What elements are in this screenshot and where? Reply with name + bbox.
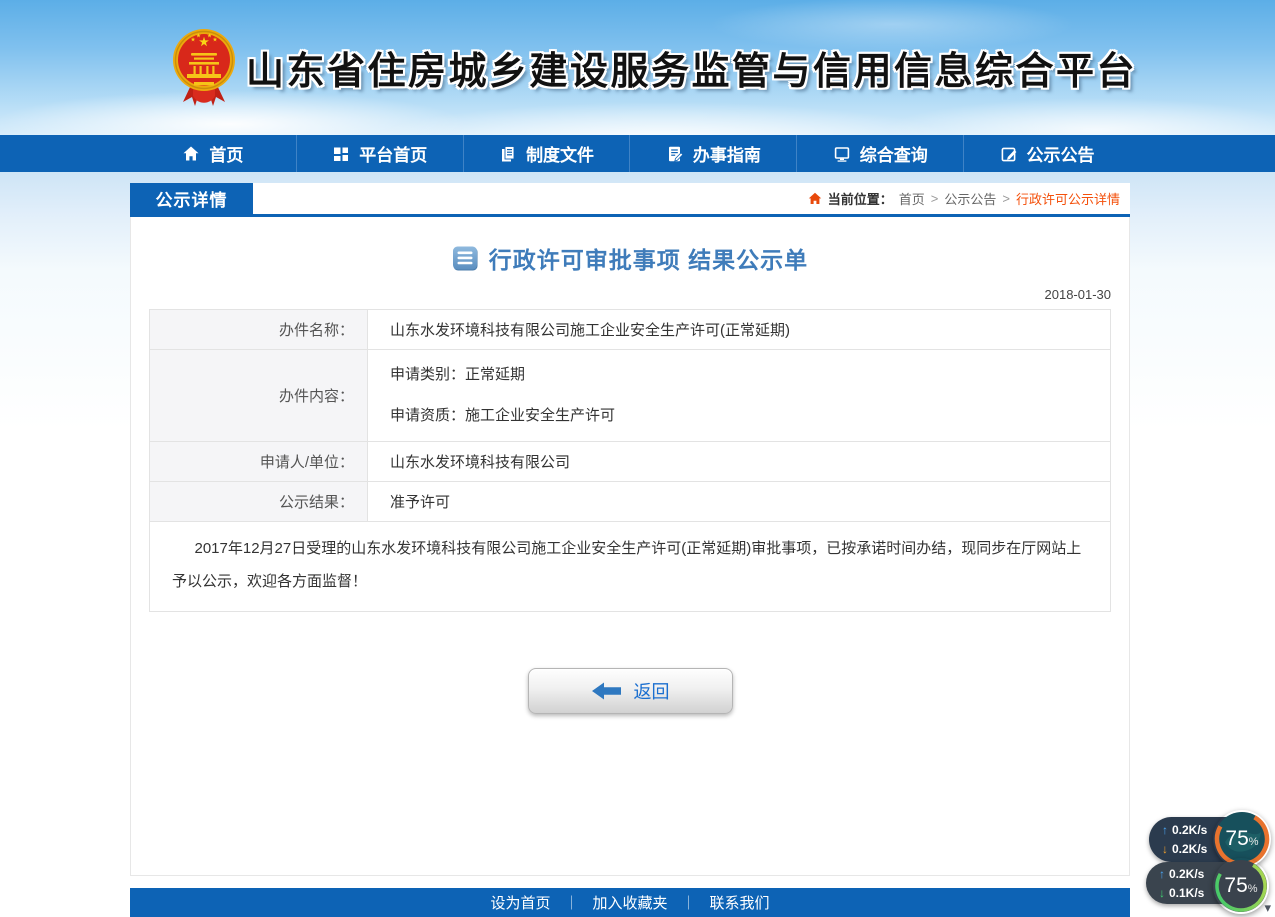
page: 山东省住房城乡建设服务监管与信用信息综合平台 首页 (0, 0, 1275, 917)
breadcrumb-home-icon (808, 192, 822, 205)
download-speed: 0.2K/s (1172, 840, 1207, 858)
row-value-line: 申请类别：正常延期 (390, 365, 1110, 385)
nav-item-service-guide[interactable]: 办事指南 (629, 135, 796, 172)
upload-speed: 0.2K/s (1169, 865, 1204, 883)
table-row: 公示结果： 准予许可 (150, 482, 1111, 522)
notice-text: 2017年12月27日受理的山东水发环境科技有限公司施工企业安全生产许可(正常延… (150, 522, 1111, 612)
upload-arrow-icon: ↑ (1162, 821, 1168, 839)
nav-item-label: 公示公告 (1027, 141, 1095, 166)
download-arrow-icon: ↓ (1159, 884, 1165, 902)
row-value: 申请类别：正常延期 申请资质：施工企业安全生产许可 (368, 350, 1111, 442)
monitor-icon (833, 145, 851, 163)
nav-item-comprehensive-query[interactable]: 综合查询 (796, 135, 963, 172)
back-button-label: 返回 (634, 678, 670, 704)
nav-item-public-notices[interactable]: 公示公告 (963, 135, 1130, 172)
score-percent: 75% (1224, 874, 1257, 898)
footer-link-set-homepage[interactable]: 设为首页 (490, 892, 550, 913)
main-nav: 首页 平台首页 (0, 135, 1275, 172)
table-row: 申请人/单位： 山东水发环境科技有限公司 (150, 442, 1111, 482)
guide-icon (666, 145, 684, 163)
score-percent: 75% (1225, 827, 1258, 851)
document-icon (499, 145, 517, 163)
score-ring-bottom[interactable]: 75% (1213, 858, 1269, 914)
breadcrumb-prefix: 当前位置： (828, 189, 893, 208)
nav-item-label: 首页 (209, 141, 243, 166)
breadcrumb-item-home[interactable]: 首页 (899, 189, 925, 208)
download-speed: 0.1K/s (1169, 884, 1204, 902)
row-value: 山东水发环境科技有限公司 (368, 442, 1111, 482)
tabbar: 公示详情 当前位置： 首页 > 公示公告 > 行政许可公示详情 (130, 183, 1130, 217)
grid-icon (332, 145, 350, 163)
site-title: 山东省住房城乡建设服务监管与信用信息综合平台 (246, 40, 1137, 95)
publish-date: 2018-01-30 (131, 287, 1111, 302)
nav-item-platform-home[interactable]: 平台首页 (296, 135, 463, 172)
breadcrumb-item-current: 行政许可公示详情 (1016, 189, 1120, 208)
row-value: 山东水发环境科技有限公司施工企业安全生产许可(正常延期) (368, 310, 1111, 350)
detail-table: 办件名称： 山东水发环境科技有限公司施工企业安全生产许可(正常延期) 办件内容：… (149, 309, 1111, 612)
nav-item-policy-documents[interactable]: 制度文件 (463, 135, 630, 172)
footer-link-add-favorites[interactable]: 加入收藏夹 (592, 892, 667, 913)
content-panel: 行政许可审批事项 结果公示单 2018-01-30 办件名称： 山东水发环境科技… (130, 217, 1130, 876)
national-emblem-logo (172, 25, 236, 115)
home-icon (182, 145, 200, 163)
row-label: 公示结果： (150, 482, 368, 522)
footer: 设为首页 ｜ 加入收藏夹 ｜ 联系我们 (130, 888, 1130, 917)
footer-separator: ｜ (682, 893, 696, 913)
nav-item-label: 办事指南 (693, 141, 761, 166)
list-icon (452, 245, 479, 272)
page-title: 行政许可审批事项 结果公示单 (489, 241, 808, 275)
row-value: 准予许可 (368, 482, 1111, 522)
breadcrumb-separator: > (1002, 191, 1010, 206)
row-label: 办件名称： (150, 310, 368, 350)
back-button[interactable]: 返回 (528, 668, 733, 714)
nav-item-label: 平台首页 (359, 141, 427, 166)
row-value-line: 申请资质：施工企业安全生产许可 (390, 406, 1110, 426)
table-row: 办件内容： 申请类别：正常延期 申请资质：施工企业安全生产许可 (150, 350, 1111, 442)
back-arrow-icon (591, 680, 622, 702)
breadcrumb-separator: > (931, 191, 939, 206)
table-row: 办件名称： 山东水发环境科技有限公司施工企业安全生产许可(正常延期) (150, 310, 1111, 350)
download-arrow-icon: ↓ (1162, 840, 1168, 858)
nav-item-label: 综合查询 (860, 141, 928, 166)
footer-separator: ｜ (564, 893, 578, 913)
footer-link-contact-us[interactable]: 联系我们 (710, 892, 770, 913)
table-row: 2017年12月27日受理的山东水发环境科技有限公司施工企业安全生产许可(正常延… (150, 522, 1111, 612)
edit-icon (1000, 145, 1018, 163)
nav-item-home[interactable]: 首页 (130, 135, 296, 172)
breadcrumb: 当前位置： 首页 > 公示公告 > 行政许可公示详情 (808, 183, 1130, 214)
upload-speed: 0.2K/s (1172, 821, 1207, 839)
network-speed-widget: ↑ 0.2K/s ↓ 0.2K/s 75% ↑ 0.2K/s ↓ 0. (1151, 810, 1271, 912)
row-label: 申请人/单位： (150, 442, 368, 482)
breadcrumb-item-notices[interactable]: 公示公告 (944, 189, 996, 208)
upload-arrow-icon: ↑ (1159, 865, 1165, 883)
site-header: 山东省住房城乡建设服务监管与信用信息综合平台 (0, 0, 1275, 135)
row-label: 办件内容： (150, 350, 368, 442)
widget-collapse-caret-icon[interactable]: ▾ (1264, 901, 1271, 914)
nav-item-label: 制度文件 (526, 141, 594, 166)
tab-detail[interactable]: 公示详情 (130, 183, 253, 214)
